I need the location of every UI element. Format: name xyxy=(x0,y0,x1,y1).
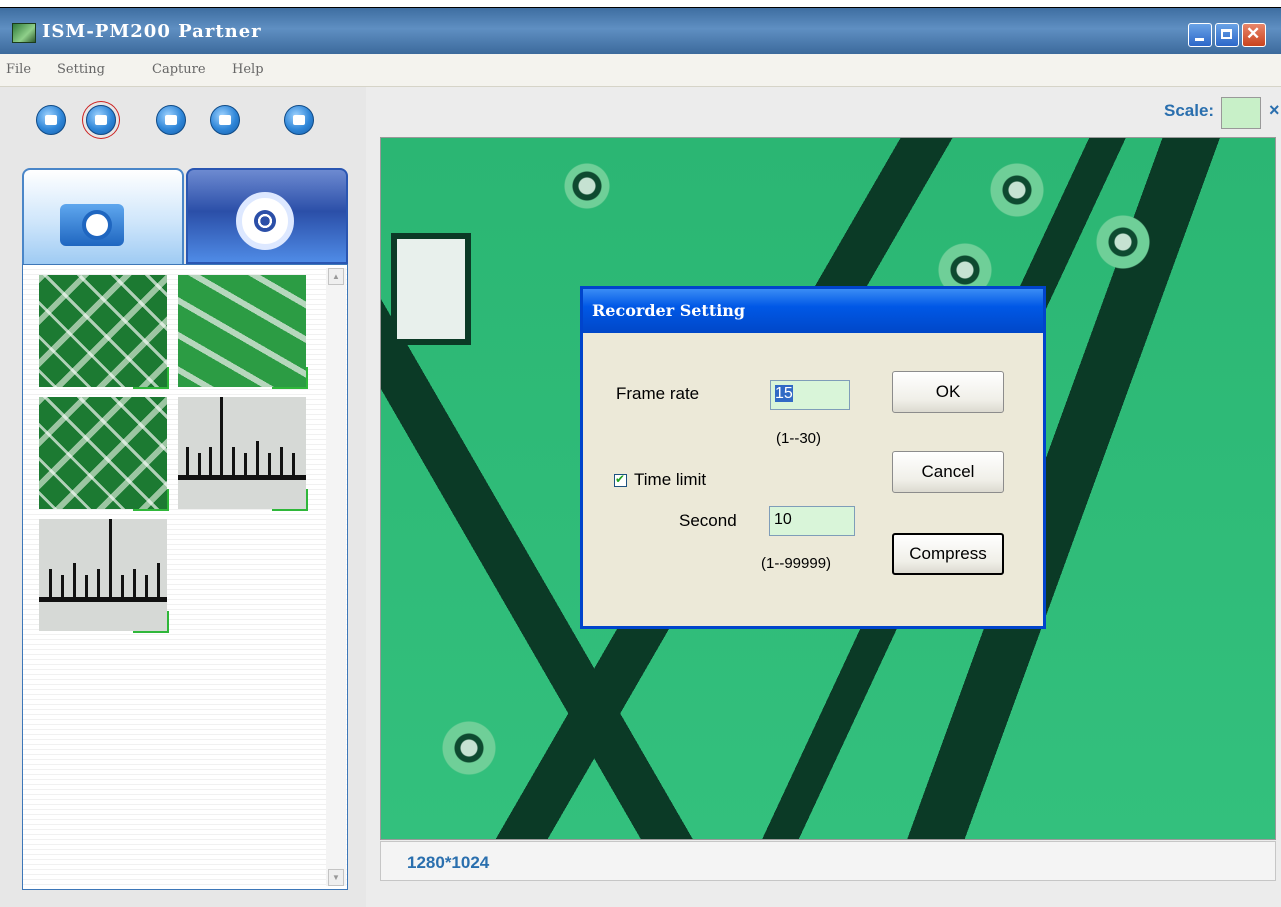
recorder-setting-dialog: Recorder Setting Frame rate 15 (1--30) T… xyxy=(580,286,1046,629)
ruler-tick xyxy=(157,563,160,599)
second-value: 10 xyxy=(774,511,792,528)
ruler-tick xyxy=(198,453,201,477)
ruler-tick xyxy=(280,447,283,477)
dialog-title: Recorder Setting xyxy=(592,301,746,320)
thumbnail-scrollbar[interactable]: ▲ ▼ xyxy=(326,268,346,886)
ruler-tick xyxy=(268,453,271,477)
media-tabs xyxy=(22,168,348,264)
scale-close-icon[interactable]: × xyxy=(1269,100,1280,121)
app-logo-icon xyxy=(12,23,36,43)
status-bar: 1280*1024 xyxy=(380,841,1276,881)
close-button[interactable] xyxy=(1242,23,1266,47)
ruler-tick xyxy=(145,575,148,599)
camera-lens-icon xyxy=(82,210,112,240)
minimize-button[interactable] xyxy=(1188,23,1212,47)
thumbnail-marker xyxy=(133,631,169,633)
scale-input[interactable] xyxy=(1221,97,1261,129)
ruler-tick xyxy=(49,569,52,599)
title-bar[interactable]: ISM-PM200 Partner xyxy=(0,8,1281,54)
ruler-tick xyxy=(232,447,235,477)
thumbnail-marker xyxy=(133,387,169,389)
menu-help[interactable]: Help xyxy=(232,62,264,77)
ruler-tick xyxy=(133,569,136,599)
time-limit-label: Time limit xyxy=(634,470,707,489)
thumbnail-marker xyxy=(167,611,169,633)
menu-setting[interactable]: Setting xyxy=(57,62,105,77)
thumbnail-marker xyxy=(272,509,308,511)
toolbar xyxy=(16,97,366,137)
ruler-tick xyxy=(220,397,223,479)
menu-capture[interactable]: Capture xyxy=(152,62,206,77)
ruler-tick xyxy=(121,575,124,599)
scroll-down-icon[interactable]: ▼ xyxy=(328,869,344,886)
frame-rate-input[interactable]: 15 xyxy=(770,380,850,410)
ruler-tick xyxy=(256,441,259,477)
ruler-tick xyxy=(292,453,295,477)
second-input[interactable]: 10 xyxy=(769,506,855,536)
compress-button[interactable]: Compress xyxy=(892,533,1004,575)
scroll-up-icon[interactable]: ▲ xyxy=(328,268,344,285)
frame-rate-label: Frame rate xyxy=(616,384,700,403)
ruler-tick xyxy=(85,575,88,599)
dialog-title-bar[interactable]: Recorder Setting xyxy=(583,289,1043,333)
second-range: (1--99999) xyxy=(761,555,832,572)
thumbnail-image[interactable] xyxy=(39,275,169,389)
video-record-icon[interactable] xyxy=(86,105,116,135)
tab-photos[interactable] xyxy=(22,168,184,264)
menu-file[interactable]: File xyxy=(6,62,31,77)
scale-label: Scale: xyxy=(1164,101,1215,120)
pcb-pad xyxy=(391,233,471,345)
measure-icon[interactable] xyxy=(156,105,186,135)
ok-button[interactable]: OK xyxy=(892,371,1004,413)
thumbnail-marker xyxy=(272,387,308,389)
thumbnail-image[interactable] xyxy=(178,397,308,511)
time-limit-checkbox[interactable] xyxy=(614,472,627,487)
frame-rate-range: (1--30) xyxy=(776,430,822,447)
thumbnail-image[interactable] xyxy=(39,519,169,633)
save-icon[interactable] xyxy=(284,105,314,135)
thumbnail-marker xyxy=(167,367,169,389)
window-title: ISM-PM200 Partner xyxy=(42,21,262,42)
thumbnail-image[interactable] xyxy=(39,397,169,511)
resolution-readout: 1280*1024 xyxy=(407,853,490,872)
thumbnail-marker xyxy=(306,489,308,511)
thumbnail-list: ▲ ▼ xyxy=(22,264,348,890)
left-panel: ▲ ▼ xyxy=(0,87,366,907)
camera-icon[interactable] xyxy=(36,105,66,135)
second-label: Second xyxy=(679,511,737,530)
ruler-tick xyxy=(186,447,189,477)
frame-rate-value: 15 xyxy=(775,385,793,402)
thumbnail-marker xyxy=(306,367,308,389)
cancel-button[interactable]: Cancel xyxy=(892,451,1004,493)
thumbnail-marker xyxy=(133,509,169,511)
thumbnail-marker xyxy=(167,489,169,511)
ruler-tick xyxy=(109,519,112,601)
ruler-tick xyxy=(61,575,64,599)
film-reel-icon xyxy=(236,192,294,250)
tab-videos[interactable] xyxy=(186,168,348,264)
menu-bar: File Setting Capture Help xyxy=(0,54,1281,87)
ruler-tick xyxy=(73,563,76,599)
ruler-tick xyxy=(97,569,100,599)
thumbnail-image[interactable] xyxy=(178,275,308,389)
maximize-button[interactable] xyxy=(1215,23,1239,47)
ruler-tick xyxy=(209,447,212,477)
ruler-tick xyxy=(244,453,247,477)
folder-icon[interactable] xyxy=(210,105,240,135)
